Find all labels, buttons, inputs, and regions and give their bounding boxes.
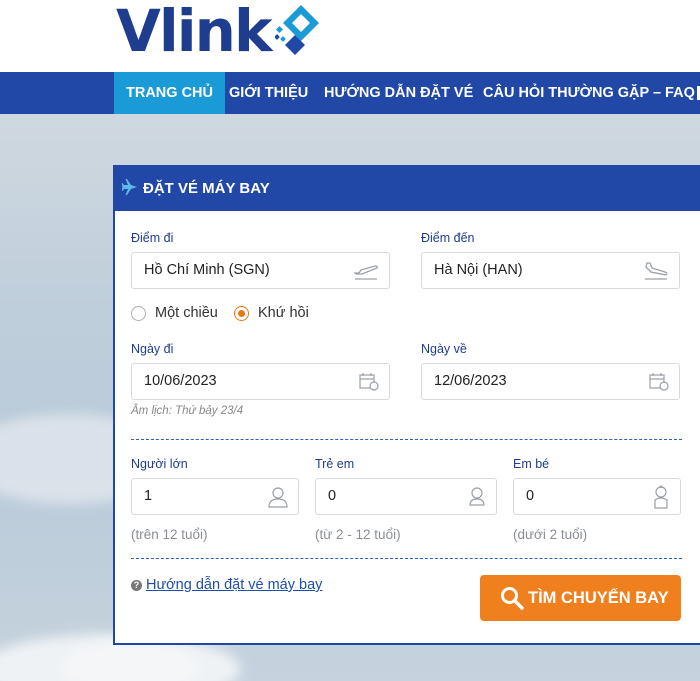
divider [131, 558, 682, 559]
return-date-value: 12/06/2023 [434, 373, 507, 389]
infants-age-hint: (dưới 2 tuổi) [513, 527, 588, 542]
round-trip-radio[interactable] [234, 305, 249, 321]
nav-item-faq[interactable]: CÂU HỎI THƯỜNG GẶP – FAQ [483, 72, 695, 114]
children-label: Trẻ em [315, 457, 355, 471]
flight-booking-form: ĐẶT VÉ MÁY BAY Điểm đi Hồ Chí Minh (SGN)… [113, 165, 700, 645]
one-way-radio[interactable] [131, 305, 146, 321]
to-value: Hà Nội (HAN) [434, 262, 523, 278]
trip-type-round-trip[interactable]: Khứ hồi [234, 305, 309, 321]
depart-date-field[interactable]: 10/06/2023 [131, 363, 390, 400]
from-value: Hồ Chí Minh (SGN) [144, 262, 270, 278]
adults-label: Người lớn [131, 457, 188, 471]
calendar-icon [649, 373, 669, 391]
return-date-label: Ngày về [421, 342, 467, 356]
return-date-field[interactable]: 12/06/2023 [421, 363, 680, 400]
adults-age-hint: (trên 12 tuổi) [131, 527, 208, 542]
adult-icon [268, 487, 288, 508]
nav-item-home[interactable]: TRANG CHỦ [114, 72, 225, 114]
depart-date-label: Ngày đi [131, 342, 174, 356]
nav-item-booking-guide[interactable]: HƯỚNG DẪN ĐẶT VÉ [324, 72, 473, 114]
infants-label: Em bé [513, 457, 550, 471]
one-way-label: Một chiều [155, 305, 218, 321]
booking-guide: ? Hướng dẫn đặt vé máy bay [131, 577, 322, 593]
infants-input[interactable]: 0 [513, 478, 681, 515]
search-flights-label: TÌM CHUYẾN BAY [528, 589, 669, 607]
main-nav: TRANG CHỦ GIỚI THIỆU HƯỚNG DẪN ĐẶT VÉ CÂ… [0, 72, 700, 114]
logo-text: Vlink [116, 0, 273, 65]
depart-date-value: 10/06/2023 [144, 373, 217, 389]
divider [131, 439, 682, 440]
children-input[interactable]: 0 [315, 478, 497, 515]
site-header: Vlink [0, 0, 700, 72]
children-age-hint: (từ 2 - 12 tuổi) [315, 527, 401, 542]
infants-value: 0 [526, 488, 535, 504]
booking-guide-link[interactable]: Hướng dẫn đặt vé máy bay [146, 577, 322, 593]
adults-value: 1 [144, 488, 153, 504]
nav-item-about[interactable]: GIỚI THIỆU [229, 72, 308, 114]
to-field[interactable]: Hà Nội (HAN) [421, 252, 680, 289]
booking-form-title: ĐẶT VÉ MÁY BAY [143, 180, 270, 197]
children-value: 0 [328, 488, 337, 504]
logo[interactable]: Vlink [116, 2, 319, 60]
calendar-icon [359, 373, 379, 391]
help-icon: ? [131, 579, 142, 591]
lunar-date-note: Âm lịch: Thứ bảy 23/4 [131, 405, 244, 417]
to-label: Điểm đến [421, 231, 475, 245]
logo-diamond-icon [274, 5, 319, 55]
from-label: Điểm đi [131, 231, 174, 245]
search-flights-button[interactable]: TÌM CHUYẾN BAY [480, 575, 681, 621]
search-icon [501, 587, 524, 610]
booking-form-header: ĐẶT VÉ MÁY BAY [115, 167, 700, 211]
child-icon [469, 487, 485, 506]
trip-type-one-way[interactable]: Một chiều [131, 305, 218, 321]
from-field[interactable]: Hồ Chí Minh (SGN) [131, 252, 390, 289]
adults-input[interactable]: 1 [131, 478, 299, 515]
plane-takeoff-icon [353, 265, 378, 280]
round-trip-label: Khứ hồi [258, 305, 309, 321]
plane-landing-icon [645, 262, 668, 280]
baby-icon [654, 485, 668, 509]
airplane-icon [122, 179, 137, 195]
